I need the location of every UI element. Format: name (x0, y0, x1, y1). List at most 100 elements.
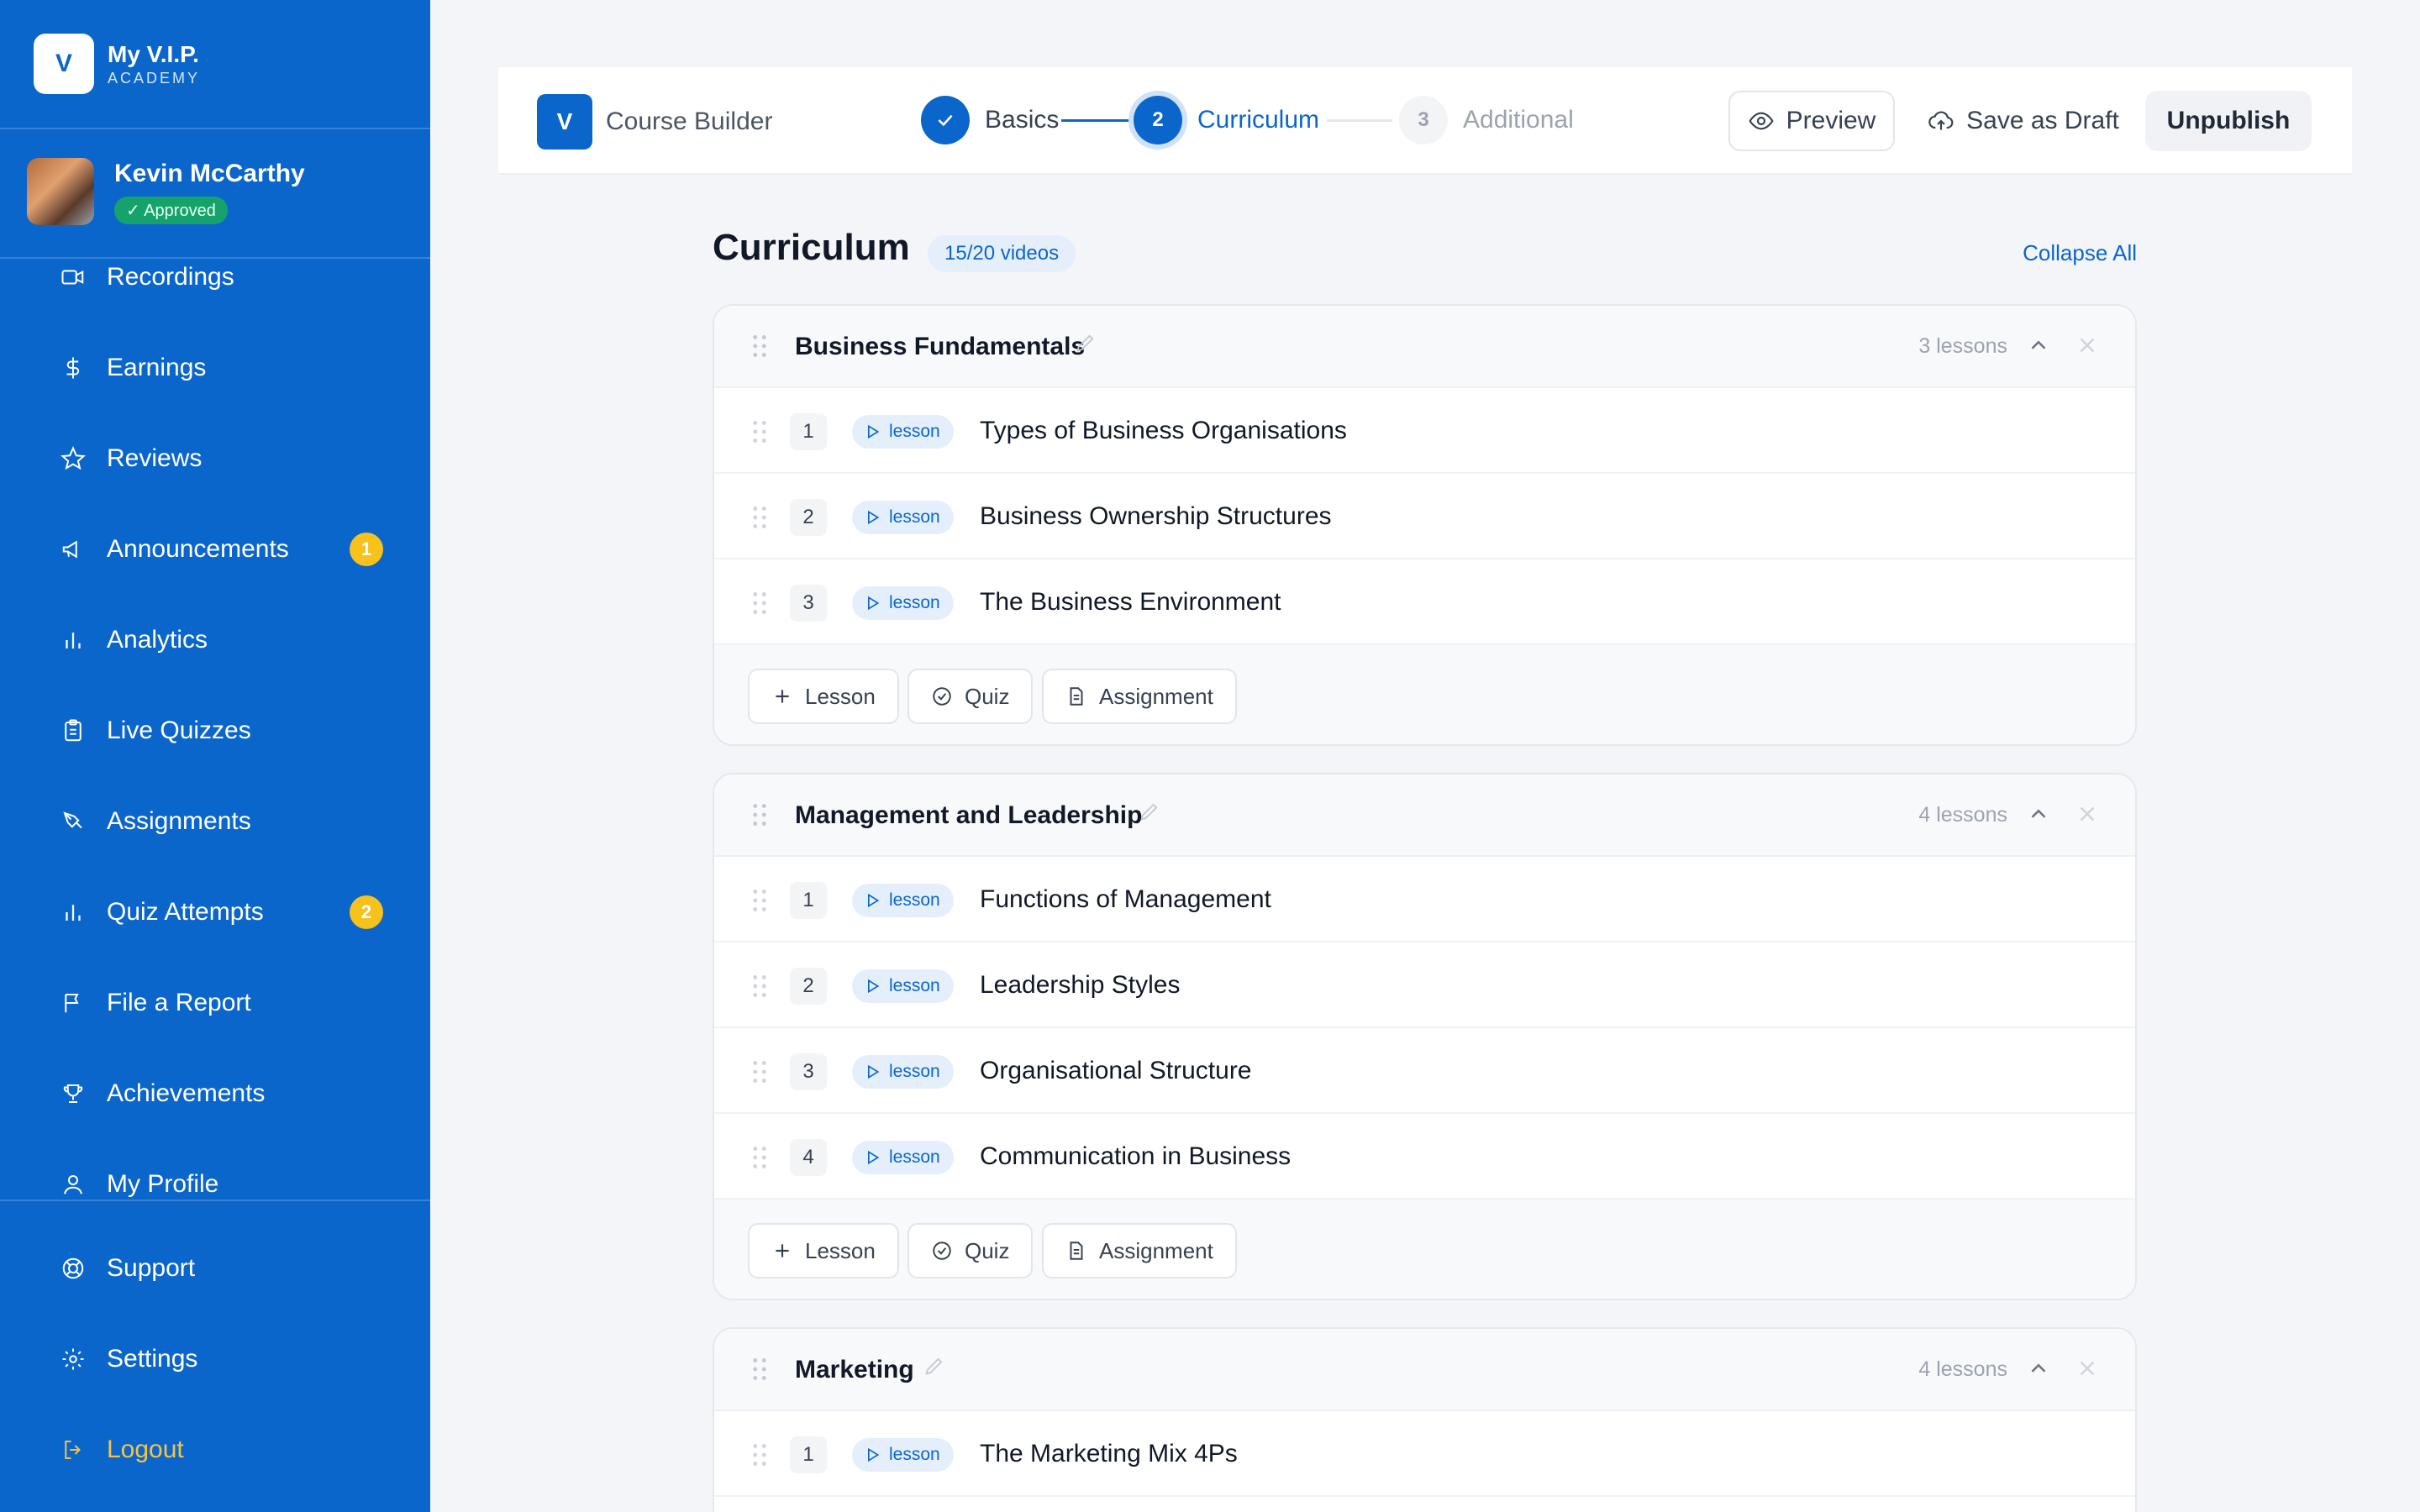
step-number: 3 (1399, 96, 1448, 144)
avatar (27, 158, 94, 225)
unpublish-button[interactable]: Unpublish (2145, 91, 2312, 151)
course-builder-header: V Course Builder Basics 2 Curriculum 3 A… (498, 67, 2352, 175)
sidebar-item-support[interactable]: Support (0, 1243, 430, 1294)
sidebar-item-achievements[interactable]: Achievements (0, 1068, 430, 1119)
add-quiz-button[interactable]: Quiz (908, 1223, 1034, 1278)
user-card[interactable]: Kevin McCarthy ✓ Approved (27, 158, 305, 225)
cloud-upload-icon (1928, 111, 1954, 130)
lesson-row[interactable]: 3 lesson The Business Environment (714, 559, 2135, 645)
section-lesson-count: 3 lessons (1918, 334, 2007, 358)
section-lesson-count: 4 lessons (1918, 1357, 2007, 1381)
drag-handle-icon[interactable] (751, 591, 768, 615)
drag-handle-icon[interactable] (751, 334, 768, 358)
lesson-row[interactable]: 2 lesson Leadership Styles (714, 942, 2135, 1028)
add-assignment-label: Assignment (1099, 683, 1213, 709)
section-header[interactable]: Management and Leadership 4 lessons (714, 774, 2135, 857)
course-builder-logo: V (537, 94, 592, 150)
sidebar-item-my-profile[interactable]: My Profile (0, 1159, 430, 1210)
drag-handle-icon[interactable] (751, 889, 768, 912)
document-icon (1070, 687, 1083, 706)
collapse-all-link[interactable]: Collapse All (2023, 240, 2137, 266)
add-assignment-button[interactable]: Assignment (1042, 669, 1237, 724)
add-lesson-button[interactable]: Lesson (748, 1223, 899, 1278)
lesson-title: Functions of Management (980, 885, 1271, 913)
sidebar-item-settings[interactable]: Settings (0, 1334, 430, 1384)
notification-count-badge: 1 (350, 533, 383, 566)
user-name: Kevin McCarthy (114, 159, 305, 187)
lesson-row[interactable]: 1 lesson The Marketing Mix 4Ps (714, 1411, 2135, 1497)
drag-handle-icon[interactable] (751, 803, 768, 827)
chevron-up-icon[interactable] (2026, 801, 2051, 827)
dollar-icon (59, 354, 87, 382)
drag-handle-icon[interactable] (751, 420, 768, 444)
close-icon[interactable] (2075, 333, 2100, 358)
user-icon (59, 1170, 87, 1199)
lesson-type-label: lesson (889, 890, 940, 910)
drag-handle-icon[interactable] (751, 1443, 768, 1467)
lesson-number: 3 (790, 585, 827, 622)
drag-handle-icon[interactable] (751, 1146, 768, 1169)
plus-icon (776, 690, 789, 703)
close-icon[interactable] (2075, 801, 2100, 827)
section-header[interactable]: Marketing 4 lessons (714, 1329, 2135, 1411)
lesson-row[interactable]: 4 lesson Communication in Business (714, 1114, 2135, 1200)
sidebar-item-reviews[interactable]: Reviews (0, 433, 430, 484)
sidebar-item-live-quizzes[interactable]: Live Quizzes (0, 706, 430, 756)
sidebar-item-file-a-report[interactable]: File a Report (0, 978, 430, 1028)
step-additional[interactable]: 3 Additional (1399, 96, 1574, 144)
add-lesson-label: Lesson (805, 683, 876, 709)
step-basics[interactable]: Basics (921, 96, 1059, 144)
play-icon (868, 979, 880, 994)
save-draft-button[interactable]: Save as Draft (1918, 91, 2128, 151)
pencil-icon[interactable] (1074, 331, 1097, 354)
drag-handle-icon[interactable] (751, 1060, 768, 1084)
sidebar-item-label: Quiz Attempts (107, 898, 264, 926)
sidebar-item-quiz-attempts[interactable]: Quiz Attempts 2 (0, 887, 430, 937)
unpublish-label: Unpublish (2166, 107, 2291, 134)
sidebar-item-label: Achievements (107, 1079, 266, 1107)
sidebar-item-recordings[interactable]: Recordings (0, 252, 430, 302)
curriculum-section: Management and Leadership 4 lessons 1 le… (713, 773, 2137, 1300)
brand[interactable]: V My V.I.P. ACADEMY (34, 34, 200, 94)
lesson-type-tag: lesson (852, 1055, 954, 1089)
drag-handle-icon[interactable] (751, 1357, 768, 1381)
add-quiz-button[interactable]: Quiz (908, 669, 1034, 724)
play-icon (868, 424, 880, 439)
lesson-row[interactable]: 1 lesson Functions of Management (714, 857, 2135, 942)
sidebar-item-label: My Profile (107, 1170, 219, 1198)
step-label: Curriculum (1197, 106, 1320, 134)
drag-handle-icon[interactable] (751, 974, 768, 998)
add-lesson-button[interactable]: Lesson (748, 669, 899, 724)
lesson-type-tag: lesson (852, 501, 954, 534)
preview-label: Preview (1786, 107, 1876, 134)
section-header[interactable]: Business Fundamentals 3 lessons (714, 306, 2135, 388)
chevron-up-icon[interactable] (2026, 333, 2051, 358)
sidebar-item-earnings[interactable]: Earnings (0, 343, 430, 393)
preview-button[interactable]: Preview (1728, 91, 1895, 151)
pencil-icon[interactable] (1138, 800, 1161, 823)
sidebar-item-label: Analytics (107, 626, 208, 654)
sidebar-item-assignments[interactable]: Assignments (0, 796, 430, 847)
section-lesson-count: 4 lessons (1918, 803, 2007, 827)
flag-icon (59, 989, 87, 1017)
drag-handle-icon[interactable] (751, 506, 768, 529)
sidebar-item-announcements[interactable]: Announcements 1 (0, 524, 430, 575)
step-number: 2 (1134, 96, 1182, 144)
step-connector (1327, 119, 1392, 122)
sidebar-item-analytics[interactable]: Analytics (0, 615, 430, 665)
lesson-title: Organisational Structure (980, 1057, 1252, 1084)
lesson-row[interactable]: 3 lesson Organisational Structure (714, 1028, 2135, 1114)
lesson-number: 2 (790, 968, 827, 1005)
check-circle-icon (933, 1242, 951, 1260)
logout-icon (59, 1436, 87, 1464)
add-assignment-button[interactable]: Assignment (1042, 1223, 1237, 1278)
sidebar-item-logout[interactable]: Logout (0, 1425, 430, 1475)
lesson-row[interactable]: 1 lesson Types of Business Organisations (714, 388, 2135, 474)
lesson-number: 4 (790, 1139, 827, 1176)
chevron-up-icon[interactable] (2026, 1356, 2051, 1381)
close-icon[interactable] (2075, 1356, 2100, 1381)
lesson-row[interactable]: 2 lesson Business Ownership Structures (714, 474, 2135, 559)
play-icon (868, 596, 880, 611)
step-curriculum[interactable]: 2 Curriculum (1134, 96, 1319, 144)
pencil-icon[interactable] (923, 1354, 946, 1378)
